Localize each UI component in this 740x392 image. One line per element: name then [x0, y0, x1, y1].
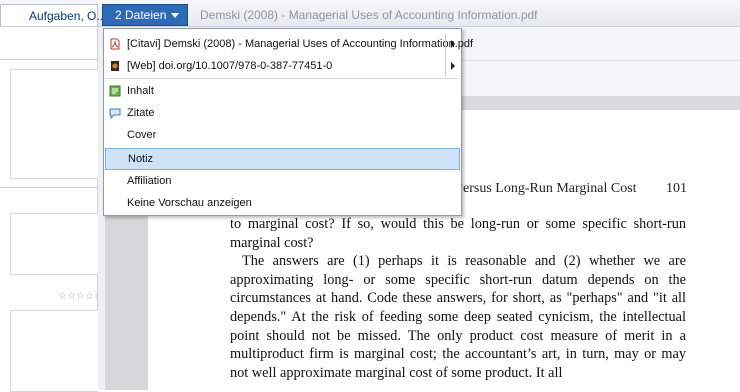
- menu-item-web-doi[interactable]: [Web] doi.org/10.1007/978-0-387-77451-0: [105, 55, 460, 77]
- paragraph: to marginal cost? If so, would this be l…: [230, 216, 686, 251]
- menu-item-label: [Citavi] Demski (2008) - Managerial Uses…: [127, 38, 474, 50]
- left-field-box[interactable]: [10, 69, 98, 179]
- file-dropdown-menu: [Citavi] Demski (2008) - Managerial Uses…: [103, 28, 473, 216]
- file-select-dropdown[interactable]: 2 Dateien: [102, 4, 188, 26]
- submenu-arrow-icon: [445, 55, 460, 77]
- menu-item-zitate[interactable]: Zitate: [105, 102, 460, 124]
- menu-item-affiliation[interactable]: Affiliation: [105, 170, 460, 192]
- divider: [0, 187, 97, 188]
- file-select-label: 2 Dateien: [115, 8, 167, 22]
- menu-item-label: Inhalt: [127, 85, 154, 97]
- tab-strip: Aufgaben, O... 2 Dateien Demski (2008) -…: [0, 0, 740, 27]
- web-document-icon: [111, 61, 119, 71]
- divider: [0, 59, 97, 60]
- tab-tasks[interactable]: Aufgaben, O...: [0, 4, 106, 26]
- rating-stars[interactable]: ☆☆☆☆☆: [58, 291, 103, 302]
- menu-item-cover[interactable]: Cover: [105, 124, 460, 146]
- pdf-icon: [110, 38, 120, 50]
- page-body-text: to marginal cost? If so, would this be l…: [230, 215, 686, 382]
- left-pane: ☆☆☆☆☆: [0, 27, 103, 392]
- menu-item-label: Affiliation: [127, 175, 172, 187]
- quotes-icon: [109, 108, 121, 119]
- menu-item-label: Cover: [127, 129, 157, 141]
- page-number: 101: [666, 181, 687, 196]
- contents-icon: [109, 85, 121, 97]
- menu-item-inhalt[interactable]: Inhalt: [105, 80, 460, 102]
- preview-title: Demski (2008) - Managerial Uses of Accou…: [200, 8, 538, 22]
- left-field-box[interactable]: [10, 310, 98, 392]
- menu-item-label: Keine Vorschau anzeigen: [127, 197, 252, 209]
- menu-item-no-preview[interactable]: Keine Vorschau anzeigen: [105, 192, 460, 214]
- submenu-arrow-icon: [445, 33, 460, 55]
- paragraph: The answers are (1) perhaps it is reason…: [230, 253, 686, 381]
- left-field-box[interactable]: [10, 213, 98, 275]
- menu-item-label: Notiz: [128, 153, 154, 165]
- menu-item-label: Zitate: [127, 107, 155, 119]
- menu-separator: [105, 78, 460, 79]
- page-running-header: versus Long-Run Marginal Cost: [456, 181, 637, 196]
- chevron-down-icon: [171, 13, 179, 18]
- menu-item-label: [Web] doi.org/10.1007/978-0-387-77451-0: [127, 60, 333, 72]
- menu-item-notiz[interactable]: Notiz: [105, 148, 460, 170]
- menu-item-citavi-pdf[interactable]: [Citavi] Demski (2008) - Managerial Uses…: [105, 33, 473, 55]
